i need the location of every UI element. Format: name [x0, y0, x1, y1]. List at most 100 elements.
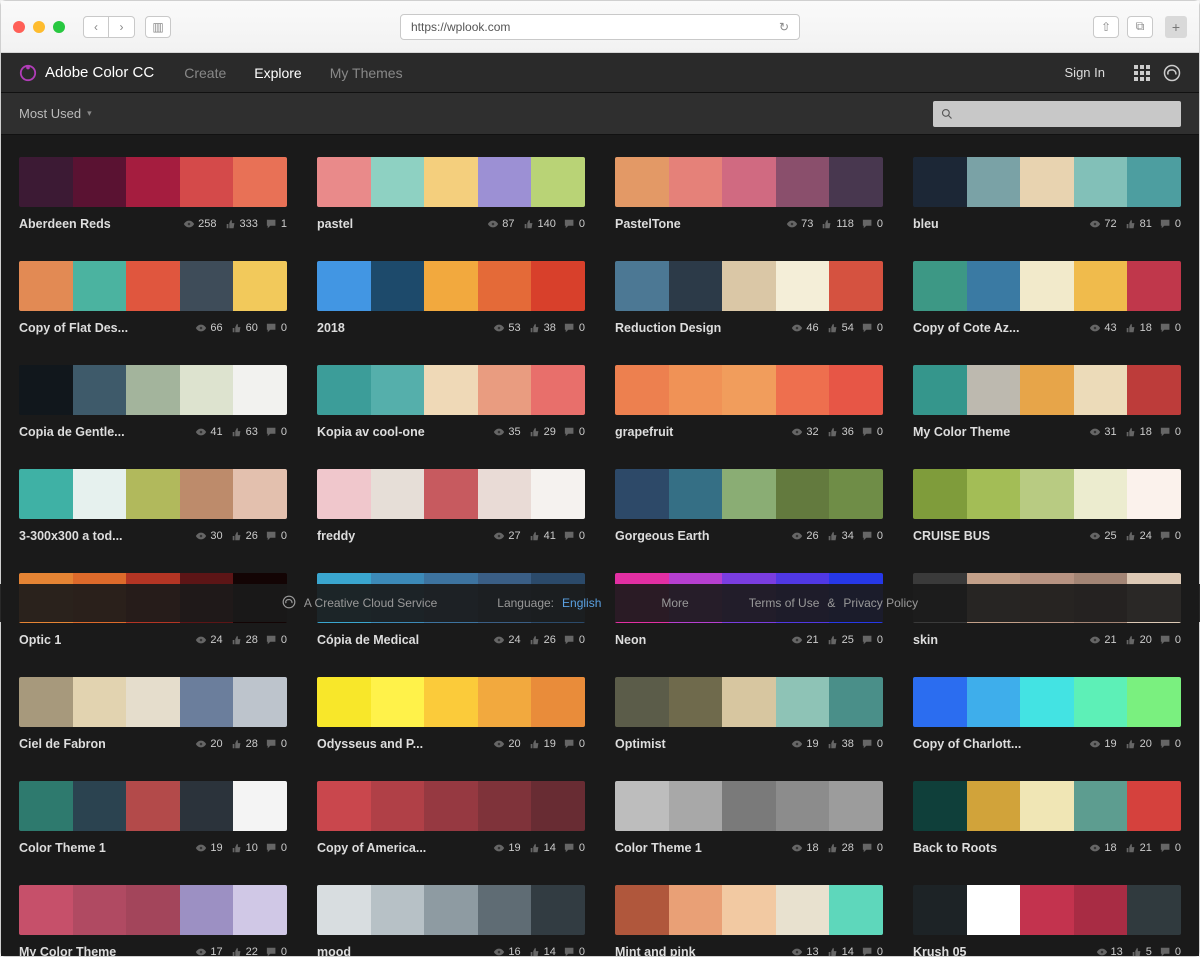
swatch[interactable]: [126, 157, 180, 207]
app-logo[interactable]: Adobe Color CC: [19, 64, 154, 82]
swatch[interactable]: [1127, 261, 1181, 311]
swatch[interactable]: [180, 677, 234, 727]
swatch[interactable]: [19, 365, 73, 415]
swatch[interactable]: [317, 157, 371, 207]
swatch[interactable]: [478, 781, 532, 831]
swatch[interactable]: [722, 469, 776, 519]
swatch[interactable]: [913, 781, 967, 831]
swatch[interactable]: [371, 677, 425, 727]
swatch[interactable]: [424, 469, 478, 519]
swatch[interactable]: [1074, 365, 1128, 415]
swatch[interactable]: [967, 157, 1021, 207]
minimize-window-button[interactable]: [33, 21, 45, 33]
swatch[interactable]: [371, 365, 425, 415]
swatch[interactable]: [829, 781, 883, 831]
palette-card[interactable]: Mint and pink13140: [615, 885, 883, 956]
palette-card[interactable]: Copy of Cote Az...43180: [913, 261, 1181, 335]
back-button[interactable]: ‹: [83, 16, 109, 38]
palette-swatches[interactable]: [615, 365, 883, 415]
reload-icon[interactable]: ↻: [779, 20, 789, 34]
swatch[interactable]: [722, 677, 776, 727]
swatch[interactable]: [73, 677, 127, 727]
palette-card[interactable]: grapefruit32360: [615, 365, 883, 439]
swatch[interactable]: [531, 677, 585, 727]
palette-swatches[interactable]: [615, 157, 883, 207]
palette-card[interactable]: 3-300x300 a tod...30260: [19, 469, 287, 543]
swatch[interactable]: [615, 677, 669, 727]
palette-swatches[interactable]: [317, 677, 585, 727]
palette-swatches[interactable]: [913, 157, 1181, 207]
sidebar-toggle-button[interactable]: ▥: [145, 16, 171, 38]
swatch[interactable]: [1020, 261, 1074, 311]
swatch[interactable]: [19, 781, 73, 831]
palette-card[interactable]: freddy27410: [317, 469, 585, 543]
swatch[interactable]: [19, 677, 73, 727]
palette-card[interactable]: Aberdeen Reds2583331: [19, 157, 287, 231]
swatch[interactable]: [317, 261, 371, 311]
creative-cloud-icon[interactable]: [1163, 64, 1181, 82]
palette-swatches[interactable]: [19, 365, 287, 415]
palette-swatches[interactable]: [317, 885, 585, 935]
footer-language-link[interactable]: English: [562, 596, 601, 610]
swatch[interactable]: [1074, 469, 1128, 519]
swatch[interactable]: [126, 365, 180, 415]
swatch[interactable]: [722, 781, 776, 831]
swatch[interactable]: [615, 157, 669, 207]
swatch[interactable]: [317, 885, 371, 935]
palette-swatches[interactable]: [913, 261, 1181, 311]
palette-card[interactable]: Copy of Flat Des...66600: [19, 261, 287, 335]
swatch[interactable]: [478, 885, 532, 935]
swatch[interactable]: [1074, 677, 1128, 727]
swatch[interactable]: [180, 157, 234, 207]
swatch[interactable]: [180, 365, 234, 415]
swatch[interactable]: [967, 885, 1021, 935]
swatch[interactable]: [776, 885, 830, 935]
swatch[interactable]: [19, 261, 73, 311]
swatch[interactable]: [776, 157, 830, 207]
swatch[interactable]: [478, 469, 532, 519]
palette-card[interactable]: bleu72810: [913, 157, 1181, 231]
swatch[interactable]: [722, 157, 776, 207]
swatch[interactable]: [233, 781, 287, 831]
swatch[interactable]: [829, 261, 883, 311]
palette-card[interactable]: CRUISE BUS25240: [913, 469, 1181, 543]
palette-card[interactable]: 201853380: [317, 261, 585, 335]
swatch[interactable]: [776, 261, 830, 311]
swatch[interactable]: [615, 261, 669, 311]
signin-link[interactable]: Sign In: [1065, 65, 1105, 80]
swatch[interactable]: [317, 781, 371, 831]
swatch[interactable]: [829, 677, 883, 727]
swatch[interactable]: [1020, 677, 1074, 727]
swatch[interactable]: [371, 885, 425, 935]
swatch[interactable]: [478, 261, 532, 311]
swatch[interactable]: [424, 365, 478, 415]
swatch[interactable]: [967, 261, 1021, 311]
palette-swatches[interactable]: [317, 469, 585, 519]
swatch[interactable]: [669, 261, 723, 311]
swatch[interactable]: [1074, 781, 1128, 831]
palette-swatches[interactable]: [19, 677, 287, 727]
swatch[interactable]: [19, 885, 73, 935]
palette-swatches[interactable]: [19, 885, 287, 935]
swatch[interactable]: [1074, 885, 1128, 935]
swatch[interactable]: [317, 469, 371, 519]
swatch[interactable]: [19, 469, 73, 519]
swatch[interactable]: [1020, 469, 1074, 519]
palette-card[interactable]: pastel871400: [317, 157, 585, 231]
swatch[interactable]: [669, 157, 723, 207]
palette-swatches[interactable]: [317, 781, 585, 831]
palette-swatches[interactable]: [317, 261, 585, 311]
palette-swatches[interactable]: [615, 469, 883, 519]
palette-card[interactable]: PastelTone731180: [615, 157, 883, 231]
swatch[interactable]: [669, 885, 723, 935]
palette-swatches[interactable]: [615, 677, 883, 727]
palette-swatches[interactable]: [19, 157, 287, 207]
sort-dropdown[interactable]: Most Used ▾: [19, 106, 92, 121]
swatch[interactable]: [722, 885, 776, 935]
swatch[interactable]: [531, 261, 585, 311]
swatch[interactable]: [73, 781, 127, 831]
swatch[interactable]: [73, 469, 127, 519]
swatch[interactable]: [73, 365, 127, 415]
swatch[interactable]: [913, 365, 967, 415]
swatch[interactable]: [531, 365, 585, 415]
